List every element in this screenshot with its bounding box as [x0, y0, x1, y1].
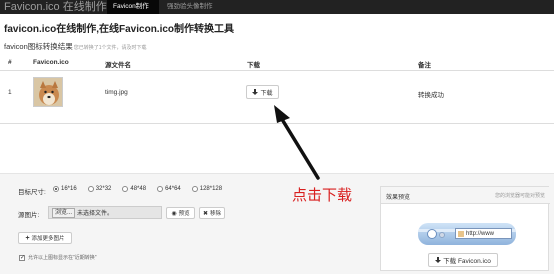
col-favicon: Favicon.ico — [33, 59, 69, 66]
browse-button[interactable]: 浏览... — [52, 207, 76, 218]
recent-checkbox-row[interactable]: ✓ 允许以上图标显示在"近期转换" — [19, 254, 97, 261]
preview-note: 您的浏览器可能对预览 — [494, 193, 545, 199]
forward-arrow-icon — [439, 232, 445, 238]
download-icon — [252, 89, 259, 95]
preview-card-header: 效果预览 您的浏览器可能对预览 — [381, 187, 550, 204]
remove-button[interactable]: ✖ 移除 — [199, 207, 225, 219]
browser-preview: http://www — [418, 223, 516, 245]
top-navbar: Favicon.ico 在线制作 Favicon制作 强劲验头像制作 — [0, 0, 554, 14]
page-title: favicon.ico在线制作,在线Favicon.ico制作转换工具 — [4, 24, 235, 35]
results-subtitle: 您已转换了1个文件，请及时下载 — [73, 45, 147, 51]
radio-icon — [122, 186, 129, 192]
results-title: favicon图标转换结果 — [4, 42, 73, 51]
preview-card: 效果预览 您的浏览器可能对预览 http://www 下载 Favicon.ic… — [380, 186, 550, 271]
annotation-text: 点击下载 — [292, 187, 353, 204]
download-favicon-button[interactable]: 下载 Favicon.ico — [428, 253, 498, 267]
radio-icon — [53, 186, 59, 192]
radio-icon — [87, 186, 94, 192]
preview-button[interactable]: ◉ 预览 — [166, 207, 195, 219]
download-icon — [435, 257, 442, 263]
col-filename: 源文件名 — [105, 62, 131, 69]
size-option-16[interactable]: 16*16 — [53, 186, 77, 192]
recent-checkbox-label: 允许以上图标显示在"近期转换" — [28, 255, 97, 261]
size-label: 目标尺寸: — [18, 189, 46, 196]
col-note: 备注 — [418, 62, 431, 69]
add-more-button[interactable]: + 添加更多图片 — [18, 232, 72, 244]
col-download: 下载 — [247, 62, 260, 69]
row-filename: timg.jpg — [105, 89, 128, 96]
row-index: 1 — [8, 89, 12, 96]
preview-title: 效果预览 — [386, 195, 411, 201]
radio-icon — [191, 186, 198, 192]
address-bar: http://www — [455, 228, 512, 239]
checkbox-icon[interactable]: ✓ — [19, 254, 25, 261]
radio-icon — [157, 186, 164, 192]
tab-favicon[interactable]: Favicon制作 — [107, 0, 159, 14]
size-option-128[interactable]: 128*128 — [191, 186, 222, 192]
file-status: 未选择文件。 — [77, 211, 114, 217]
size-option-64[interactable]: 64*64 — [157, 186, 181, 192]
back-arrow-icon — [427, 229, 437, 239]
favicon-thumbnail — [33, 77, 63, 107]
brand-logo[interactable]: Favicon.ico 在线制作 — [4, 1, 107, 13]
col-index: # — [8, 59, 12, 66]
plus-icon: + — [25, 234, 30, 242]
source-label: 源图片: — [18, 212, 40, 219]
size-option-48[interactable]: 48*48 — [122, 186, 146, 192]
annotation-arrow-icon — [274, 105, 320, 180]
results-table-header: # Favicon.ico 源文件名 下载 备注 — [0, 55, 554, 71]
row-note: 转换成功 — [418, 92, 444, 99]
favicon-preview-icon — [458, 230, 464, 237]
size-options: 16*16 32*32 48*48 64*64 128*128 — [53, 186, 233, 192]
results-heading: favicon图标转换结果您已转换了1个文件，请及时下载 — [4, 41, 147, 52]
eye-icon: ◉ — [171, 210, 177, 217]
dog-image-icon — [34, 78, 62, 106]
size-option-32[interactable]: 32*32 — [87, 186, 111, 192]
tab-avatar[interactable]: 强劲验头像制作 — [161, 0, 233, 14]
close-icon: ✖ — [202, 210, 208, 217]
file-input[interactable]: 浏览... 未选择文件。 — [48, 206, 162, 219]
